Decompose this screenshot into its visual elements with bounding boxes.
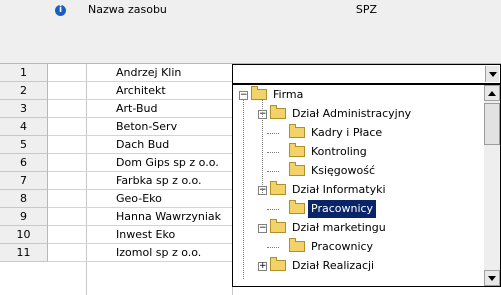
tree-connector bbox=[267, 152, 279, 154]
tree-scrollbar[interactable] bbox=[484, 85, 500, 286]
chevron-down-icon bbox=[489, 72, 497, 77]
resource-name-cell[interactable]: Inwest Eko bbox=[116, 226, 175, 243]
tree-node-label: Księgowość bbox=[311, 164, 375, 177]
tree-node[interactable]: − Dział Informatyki bbox=[233, 181, 485, 199]
resource-name-cell[interactable]: Andrzej Klin bbox=[116, 64, 181, 81]
spz-tree-dropdown[interactable]: − Firma − Dział Administracyjny Kadry i Płac… bbox=[232, 84, 501, 287]
spz-column-header[interactable]: SPZ bbox=[232, 0, 501, 64]
tree-connector bbox=[267, 247, 279, 249]
tree-node-label: Pracownicy bbox=[308, 200, 377, 218]
tree-connector bbox=[267, 209, 279, 211]
expand-icon[interactable]: + bbox=[258, 262, 267, 271]
folder-icon bbox=[270, 219, 286, 233]
tree-node-label: Dział Informatyki bbox=[292, 183, 386, 196]
tree-node[interactable]: Księgowość bbox=[233, 162, 485, 180]
tree-node[interactable]: Pracownicy bbox=[233, 200, 485, 218]
arrow-up-icon bbox=[488, 91, 496, 96]
tree-node[interactable]: − Dział Administracyjny bbox=[233, 105, 485, 123]
arrow-down-icon bbox=[488, 276, 496, 281]
spz-combo[interactable] bbox=[232, 64, 501, 84]
resource-name-cell[interactable]: Architekt bbox=[116, 82, 166, 99]
tree-node[interactable]: − Dział marketingu bbox=[233, 219, 485, 237]
folder-icon bbox=[251, 86, 267, 100]
resource-grid: i Nazwa zasobu SPZ 1 Andrzej Klin 2 Archite… bbox=[0, 0, 501, 295]
resource-name-cell[interactable]: Farbka sp z o.o. bbox=[116, 172, 202, 189]
name-column-header-label: Nazwa zasobu bbox=[88, 3, 167, 16]
tree-node[interactable]: Kontroling bbox=[233, 143, 485, 161]
resource-name-cell[interactable]: Dach Bud bbox=[116, 136, 169, 153]
row-number-header bbox=[0, 0, 49, 64]
row-number[interactable]: 7 bbox=[0, 172, 48, 190]
name-column-header[interactable]: Nazwa zasobu bbox=[86, 0, 233, 64]
resource-name-cell[interactable]: Izomol sp z o.o. bbox=[116, 244, 201, 261]
tree-node[interactable]: Pracownicy bbox=[233, 238, 485, 256]
scroll-down-button[interactable] bbox=[484, 270, 500, 286]
tree-node-label: Dział Administracyjny bbox=[292, 107, 412, 120]
tree-node-label: Dział Realizacji bbox=[292, 259, 375, 272]
tree-connector bbox=[267, 133, 279, 135]
resource-name-cell[interactable]: Hanna Wawrzyniak bbox=[116, 208, 221, 225]
tree-node[interactable]: + Dział Realizacji bbox=[233, 257, 485, 275]
scroll-thumb[interactable] bbox=[484, 103, 500, 145]
spz-column-header-label: SPZ bbox=[355, 3, 378, 16]
tree-node[interactable]: Kadry i Płace bbox=[233, 124, 485, 142]
resource-name-cell[interactable]: Beton-Serv bbox=[116, 118, 177, 135]
collapse-icon[interactable]: − bbox=[258, 224, 267, 233]
tree-node[interactable]: − Firma bbox=[233, 86, 485, 104]
info-column-header[interactable]: i bbox=[48, 0, 87, 64]
scroll-up-button[interactable] bbox=[484, 85, 500, 101]
folder-icon bbox=[289, 162, 305, 176]
row-number[interactable]: 10 bbox=[0, 226, 48, 244]
combo-dropdown-button[interactable] bbox=[485, 66, 499, 82]
tree-node-label: Pracownicy bbox=[311, 240, 374, 253]
resource-name-cell[interactable]: Art-Bud bbox=[116, 100, 157, 117]
folder-icon bbox=[270, 181, 286, 195]
folder-icon bbox=[270, 105, 286, 119]
row-number[interactable]: 5 bbox=[0, 136, 48, 154]
tree-node-label: Kadry i Płace bbox=[311, 126, 383, 139]
row-number[interactable]: 1 bbox=[0, 64, 48, 82]
row-number[interactable]: 8 bbox=[0, 190, 48, 208]
row-number[interactable]: 11 bbox=[0, 244, 48, 262]
row-number[interactable]: 6 bbox=[0, 154, 48, 172]
row-number[interactable]: 9 bbox=[0, 208, 48, 226]
row-number[interactable]: 3 bbox=[0, 100, 48, 118]
tree-connector bbox=[267, 171, 279, 173]
resource-name-cell[interactable]: Dom Gips sp z o.o. bbox=[116, 154, 219, 171]
info-icon: i bbox=[55, 5, 66, 16]
tree-guide-line bbox=[243, 99, 245, 279]
tree-node-label: Dział marketingu bbox=[292, 221, 386, 234]
folder-icon bbox=[289, 238, 305, 252]
folder-icon bbox=[289, 200, 305, 214]
row-number[interactable]: 4 bbox=[0, 118, 48, 136]
resource-name-cell[interactable]: Geo-Eko bbox=[116, 190, 162, 207]
folder-icon bbox=[270, 257, 286, 271]
row-number[interactable]: 2 bbox=[0, 82, 48, 100]
tree-guide-line bbox=[262, 99, 264, 195]
tree-node-label: Firma bbox=[273, 88, 304, 101]
tree-node-label: Kontroling bbox=[311, 145, 367, 158]
folder-icon bbox=[289, 124, 305, 138]
folder-icon bbox=[289, 143, 305, 157]
